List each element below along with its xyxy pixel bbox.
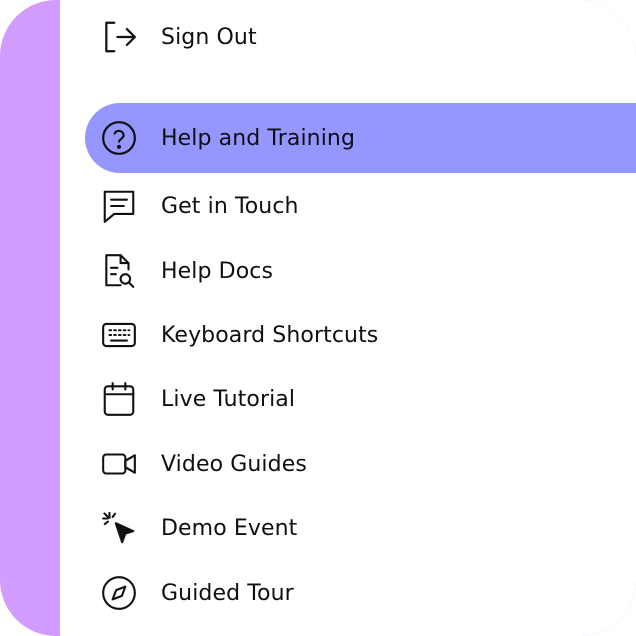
help-menu-panel: Sign Out Help and Training Get in Touch … bbox=[60, 0, 636, 636]
app-frame: Sign Out Help and Training Get in Touch … bbox=[0, 0, 636, 636]
keyboard-shortcuts-item[interactable]: Keyboard Shortcuts bbox=[60, 303, 636, 367]
get-in-touch-label: Get in Touch bbox=[161, 193, 299, 219]
demo-event-label: Demo Event bbox=[161, 515, 298, 541]
live-tutorial-item[interactable]: Live Tutorial bbox=[60, 367, 636, 431]
video-camera-icon bbox=[100, 445, 138, 483]
compass-icon bbox=[100, 574, 138, 612]
help-and-training-item[interactable]: Help and Training bbox=[85, 103, 636, 173]
live-tutorial-label: Live Tutorial bbox=[161, 386, 296, 412]
sign-out-item[interactable]: Sign Out bbox=[60, 5, 636, 69]
keyboard-shortcuts-label: Keyboard Shortcuts bbox=[161, 322, 379, 348]
question-circle-icon bbox=[100, 119, 138, 157]
sign-out-label: Sign Out bbox=[161, 24, 257, 50]
help-and-training-label: Help and Training bbox=[161, 125, 356, 151]
keyboard-icon bbox=[100, 316, 138, 354]
help-docs-item[interactable]: Help Docs bbox=[60, 239, 636, 303]
demo-event-item[interactable]: Demo Event bbox=[60, 496, 636, 560]
guided-tour-label: Guided Tour bbox=[161, 580, 294, 606]
cursor-click-icon bbox=[100, 509, 138, 547]
video-guides-label: Video Guides bbox=[161, 451, 307, 477]
video-guides-item[interactable]: Video Guides bbox=[60, 432, 636, 496]
chat-bubble-icon bbox=[100, 187, 138, 225]
help-docs-label: Help Docs bbox=[161, 258, 274, 284]
doc-search-icon bbox=[100, 252, 138, 290]
get-in-touch-item[interactable]: Get in Touch bbox=[60, 174, 636, 238]
guided-tour-item[interactable]: Guided Tour bbox=[60, 561, 636, 625]
calendar-icon bbox=[100, 380, 138, 418]
sign-out-icon bbox=[100, 18, 138, 56]
